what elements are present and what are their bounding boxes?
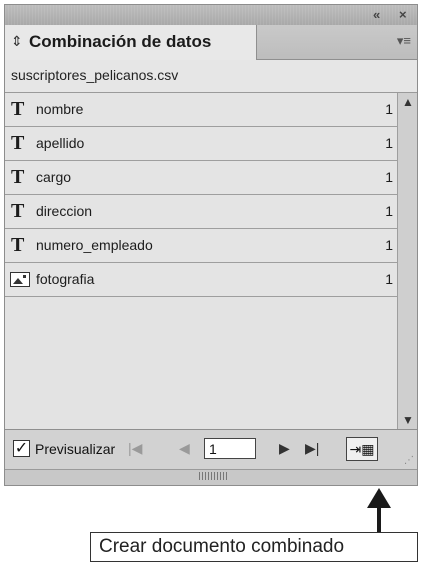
- panel-menu-icon[interactable]: ▾≡: [397, 33, 411, 49]
- field-count: 1: [385, 237, 393, 253]
- text-icon: T: [11, 132, 25, 154]
- next-record-icon[interactable]: ▶: [279, 439, 290, 457]
- image-icon: [10, 272, 30, 287]
- field-name: apellido: [36, 135, 85, 151]
- field-row-numero-empleado[interactable]: T numero_empleado 1: [5, 229, 397, 263]
- field-row-fotografia[interactable]: fotografia 1: [5, 263, 397, 297]
- preview-label[interactable]: Previsualizar: [35, 441, 115, 457]
- expand-collapse-icon[interactable]: ⇕: [11, 33, 23, 50]
- tab-data-merge[interactable]: ⇕ Combinación de datos: [5, 25, 257, 60]
- panel-resize-bar[interactable]: [5, 469, 417, 485]
- source-file-bar: suscriptores_pelicanos.csv: [5, 60, 417, 93]
- field-name: cargo: [36, 169, 72, 185]
- panel-bottom-bar: ✓ Previsualizar |◀ ◀ ▶ ▶| ⇥▦ ⋰: [5, 429, 417, 469]
- pointer-arrow-shaft: [377, 506, 381, 534]
- source-file-name: suscriptores_pelicanos.csv: [11, 67, 179, 83]
- previous-record-icon[interactable]: ◀: [179, 439, 190, 457]
- collapse-icon[interactable]: «: [373, 6, 380, 24]
- first-record-icon[interactable]: |◀: [128, 439, 142, 457]
- close-icon[interactable]: ×: [399, 6, 407, 24]
- field-name: fotografia: [36, 271, 95, 287]
- scroll-down-icon[interactable]: ▼: [400, 412, 416, 428]
- panel-tab-row: ⇕ Combinación de datos ▾≡: [5, 25, 417, 60]
- record-number-input[interactable]: [204, 438, 256, 459]
- field-name: direccion: [36, 203, 93, 219]
- field-count: 1: [385, 203, 393, 219]
- field-list-scrollbar[interactable]: ▲ ▼: [397, 93, 417, 429]
- field-row-cargo[interactable]: T cargo 1: [5, 161, 397, 195]
- preview-checkbox[interactable]: ✓: [13, 440, 30, 457]
- text-icon: T: [11, 200, 25, 222]
- field-row-nombre[interactable]: T nombre 1: [5, 93, 397, 127]
- field-count: 1: [385, 271, 393, 287]
- text-icon: T: [11, 166, 25, 188]
- tab-label: Combinación de datos: [29, 32, 212, 51]
- resize-handle-icon[interactable]: [199, 472, 229, 480]
- data-merge-panel: « × ⇕ Combinación de datos ▾≡ suscriptor…: [4, 4, 418, 486]
- create-merged-document-button[interactable]: ⇥▦: [346, 437, 378, 461]
- panel-titlebar: « ×: [5, 5, 417, 26]
- field-count: 1: [385, 135, 393, 151]
- field-name: numero_empleado: [36, 237, 153, 253]
- field-list: T nombre 1 T apellido 1 T cargo 1 T dire…: [5, 93, 397, 429]
- text-icon: T: [11, 98, 25, 120]
- resize-grip-icon[interactable]: ⋰: [404, 455, 414, 466]
- scroll-up-icon[interactable]: ▲: [400, 94, 416, 110]
- tooltip: Crear documento combinado: [90, 532, 418, 562]
- pointer-arrow-head: [367, 488, 391, 508]
- field-row-direccion[interactable]: T direccion 1: [5, 195, 397, 229]
- last-record-icon[interactable]: ▶|: [305, 439, 319, 457]
- field-count: 1: [385, 101, 393, 117]
- field-name: nombre: [36, 101, 84, 117]
- field-row-apellido[interactable]: T apellido 1: [5, 127, 397, 161]
- field-count: 1: [385, 169, 393, 185]
- text-icon: T: [11, 234, 25, 256]
